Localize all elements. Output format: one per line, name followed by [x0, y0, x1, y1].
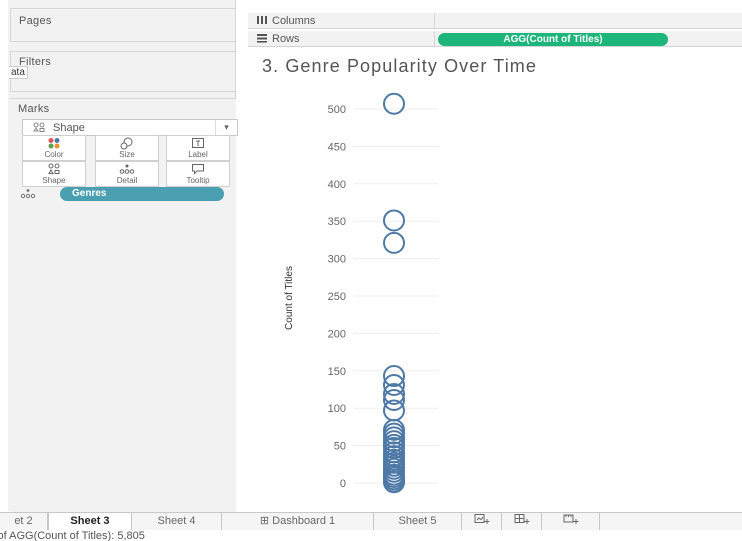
data-marks[interactable]	[383, 92, 405, 494]
y-tick-label: 250	[328, 291, 346, 303]
new-dashboard-icon	[514, 514, 530, 528]
y-tick-label: 50	[334, 441, 346, 453]
status-text: l of AGG(Count of Titles): 5,805	[0, 530, 145, 541]
y-tick-label: 450	[328, 141, 346, 153]
data-point[interactable]	[383, 92, 405, 115]
scatter-chart[interactable]: Count of Titles 0 50 100 150 200 250 300 350 400…	[248, 84, 742, 511]
agg-count-of-titles-pill[interactable]: AGG(Count of Titles)	[438, 33, 668, 46]
tooltip-button[interactable]: Tooltip	[166, 161, 230, 187]
detail-icon	[96, 163, 158, 176]
columns-icon	[256, 15, 268, 28]
shelf-divider	[434, 31, 435, 47]
marks-card: Marks Shape ▾ Color Size Label Shape Det…	[10, 98, 238, 513]
mark-type-dropdown[interactable]: Shape ▾	[22, 119, 238, 136]
y-tick-label: 200	[328, 328, 346, 340]
viz-area[interactable]: Count of Titles 0 50 100 150 200 250 300 350 400…	[248, 84, 742, 511]
dashboard-icon: ⊞	[259, 515, 273, 527]
y-tick-label: 300	[328, 254, 346, 266]
tab-sheet-5[interactable]: Sheet 5	[374, 513, 462, 531]
status-bar: l of AGG(Count of Titles): 5,805	[0, 530, 742, 541]
columns-label: Columns	[272, 15, 316, 27]
tab-sheet-2[interactable]: et 2	[0, 513, 48, 531]
genres-pill[interactable]: Genres	[60, 187, 224, 201]
rows-shelf[interactable]: Rows AGG(Count of Titles)	[248, 31, 742, 47]
new-story-button[interactable]	[542, 513, 600, 531]
chevron-down-icon[interactable]: ▾	[215, 120, 237, 135]
new-dashboard-button[interactable]	[502, 513, 542, 531]
y-tick-label: 400	[328, 179, 346, 191]
shelf-divider	[434, 13, 435, 29]
new-worksheet-icon	[474, 514, 490, 528]
filter-pill-data[interactable]: ata	[9, 66, 28, 79]
size-icon	[96, 137, 158, 150]
size-button[interactable]: Size	[95, 135, 159, 161]
y-tick-label: 0	[340, 478, 346, 490]
sheet-tab-bar: et 2 Sheet 3 Sheet 4 ⊞ Dashboard 1 Sheet…	[0, 512, 742, 531]
size-label: Size	[119, 150, 135, 159]
rows-label: Rows	[272, 33, 300, 45]
shape-icon	[33, 122, 45, 136]
tab-dashboard-1[interactable]: ⊞ Dashboard 1	[222, 513, 374, 531]
shape-button[interactable]: Shape	[22, 161, 86, 187]
mark-type-label: Shape	[53, 122, 85, 134]
y-tick-label: 100	[328, 403, 346, 415]
tab-sheet-3[interactable]: Sheet 3	[48, 513, 132, 531]
y-axis-title: Count of Titles	[284, 266, 295, 330]
data-point[interactable]	[383, 209, 405, 232]
data-point[interactable]	[383, 231, 405, 254]
tab-dashboard-1-label: Dashboard 1	[272, 515, 336, 527]
rows-icon	[256, 33, 268, 46]
marks-title: Marks	[18, 103, 50, 115]
y-tick-label: 150	[328, 366, 346, 378]
tooltip-icon	[167, 163, 229, 176]
filters-card[interactable]: Filters ata	[9, 51, 236, 92]
sheet-title: 3. Genre Popularity Over Time	[262, 56, 537, 76]
y-tick-label: 500	[328, 104, 346, 116]
y-axis-ticks: 0 50 100 150 200 250 300 350 400 450 500	[328, 104, 438, 490]
pages-title: Pages	[19, 15, 52, 27]
detail-icon	[20, 188, 36, 201]
label-button[interactable]: Label	[166, 135, 230, 161]
tab-sheet-4[interactable]: Sheet 4	[132, 513, 222, 531]
label-label: Label	[188, 150, 208, 159]
pages-card[interactable]: Pages	[10, 8, 236, 42]
label-icon	[167, 137, 229, 150]
columns-shelf[interactable]: Columns	[248, 13, 742, 29]
y-tick-label: 350	[328, 216, 346, 228]
detail-label: Detail	[116, 176, 138, 185]
left-panel: Pages Filters ata Marks Shape ▾ Color Si…	[8, 0, 238, 513]
color-icon	[23, 137, 85, 150]
color-label: Color	[44, 150, 64, 159]
new-story-icon	[563, 514, 579, 528]
new-worksheet-button[interactable]	[462, 513, 502, 531]
detail-button[interactable]: Detail	[95, 161, 159, 187]
tooltip-label: Tooltip	[186, 176, 210, 185]
shape-icon	[23, 163, 85, 176]
color-button[interactable]: Color	[22, 135, 86, 161]
shape-label: Shape	[42, 176, 66, 185]
